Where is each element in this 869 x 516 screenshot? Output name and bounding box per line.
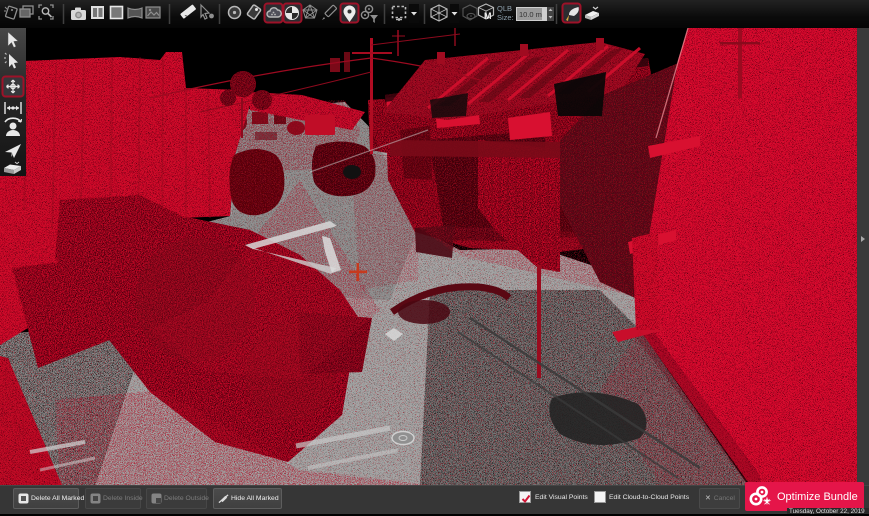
- svg-text:Size:: Size:: [497, 13, 514, 22]
- svg-text:M: M: [484, 11, 492, 21]
- svg-text:10.0 m: 10.0 m: [519, 10, 542, 19]
- svg-text:QLB: QLB: [497, 4, 512, 13]
